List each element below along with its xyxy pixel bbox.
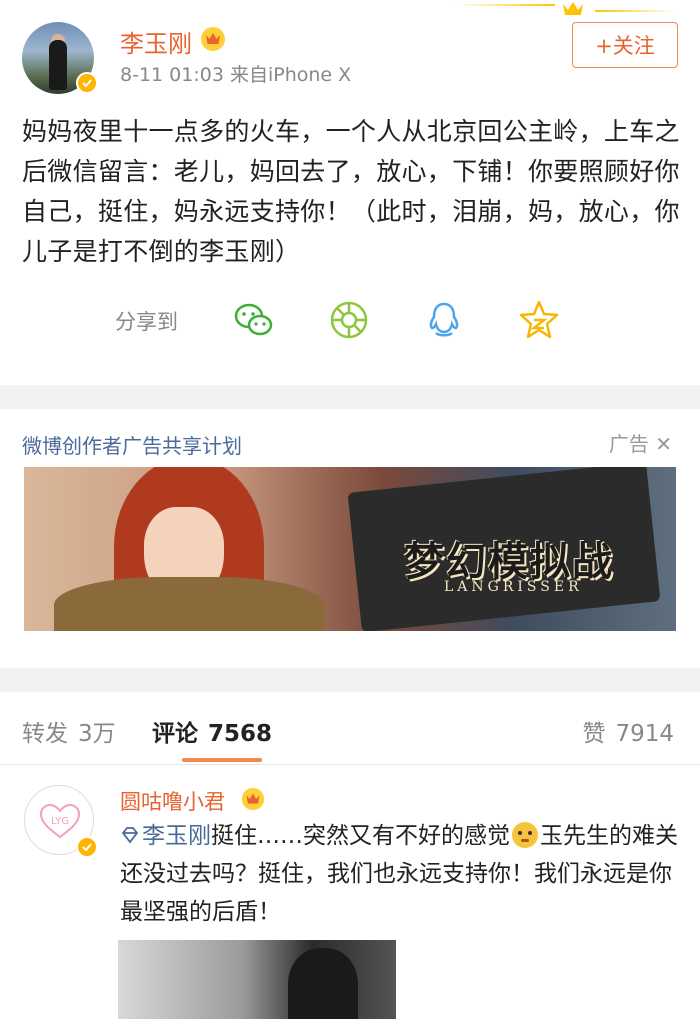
vip-crown-icon	[241, 787, 265, 811]
avatar-logo-text: LYG	[51, 816, 69, 827]
ad-banner-subtitle: LANGRISSER	[444, 579, 583, 595]
ad-title[interactable]: 微博创作者广告共享计划	[22, 430, 242, 459]
decoration-line	[595, 10, 675, 12]
mention-link[interactable]: 李玉刚	[142, 823, 211, 849]
vip-crown-icon	[201, 27, 225, 51]
ad-banner[interactable]: 梦幻模拟战 LANGRISSER	[24, 467, 676, 631]
comment-text: 李玉刚挺住……突然又有不好的感觉 玉先生的难关还没过去吗？挺住，我们也永远支持你！…	[120, 817, 682, 931]
comment-image[interactable]	[118, 940, 396, 1019]
ad-close-button[interactable]: 广告 ✕	[609, 428, 672, 457]
decoration-line	[455, 4, 555, 6]
moments-icon[interactable]	[327, 298, 371, 342]
tab-comment[interactable]: 评论 7568	[152, 714, 272, 748]
qzone-icon[interactable]	[517, 298, 561, 342]
section-divider	[0, 385, 700, 409]
share-bar: 分享到	[0, 296, 700, 346]
verified-badge-icon	[76, 72, 98, 94]
tabs-divider	[0, 764, 700, 765]
close-icon[interactable]: ✕	[655, 432, 672, 456]
author-name[interactable]: 李玉刚	[120, 24, 192, 59]
section-divider	[0, 668, 700, 692]
crown-icon	[563, 2, 583, 15]
tab-indicator	[182, 758, 262, 762]
ad-tag-label: 广告	[608, 432, 649, 456]
post-header: 李玉刚 8-11 01:03 来自iPhone X +关注	[22, 22, 678, 94]
share-label: 分享到	[115, 310, 178, 334]
post-content: 妈妈夜里十一点多的火车，一个人从北京回公主岭，上车之后微信留言：老儿，妈回去了，…	[22, 117, 680, 266]
tab-like[interactable]: 赞 7914	[582, 714, 674, 748]
top-decoration	[0, 0, 700, 22]
wechat-icon[interactable]	[232, 298, 276, 342]
commenter-name[interactable]: 圆咕噜小君	[120, 786, 225, 816]
diamond-icon	[121, 827, 139, 844]
comment-tabs: 转发 3万 评论 7568 赞 7914	[22, 708, 674, 762]
verified-badge-icon	[76, 836, 98, 858]
comment-text-part: 挺住……突然又有不好的感觉	[211, 823, 510, 849]
heart-logo-icon: LYG	[39, 803, 81, 839]
post-meta: 8-11 01:03 来自iPhone X	[120, 64, 352, 86]
worried-emoji-icon	[512, 822, 538, 848]
tab-repost[interactable]: 转发 3万	[22, 714, 116, 748]
follow-button[interactable]: +关注	[572, 22, 678, 68]
qq-icon[interactable]	[422, 298, 466, 342]
